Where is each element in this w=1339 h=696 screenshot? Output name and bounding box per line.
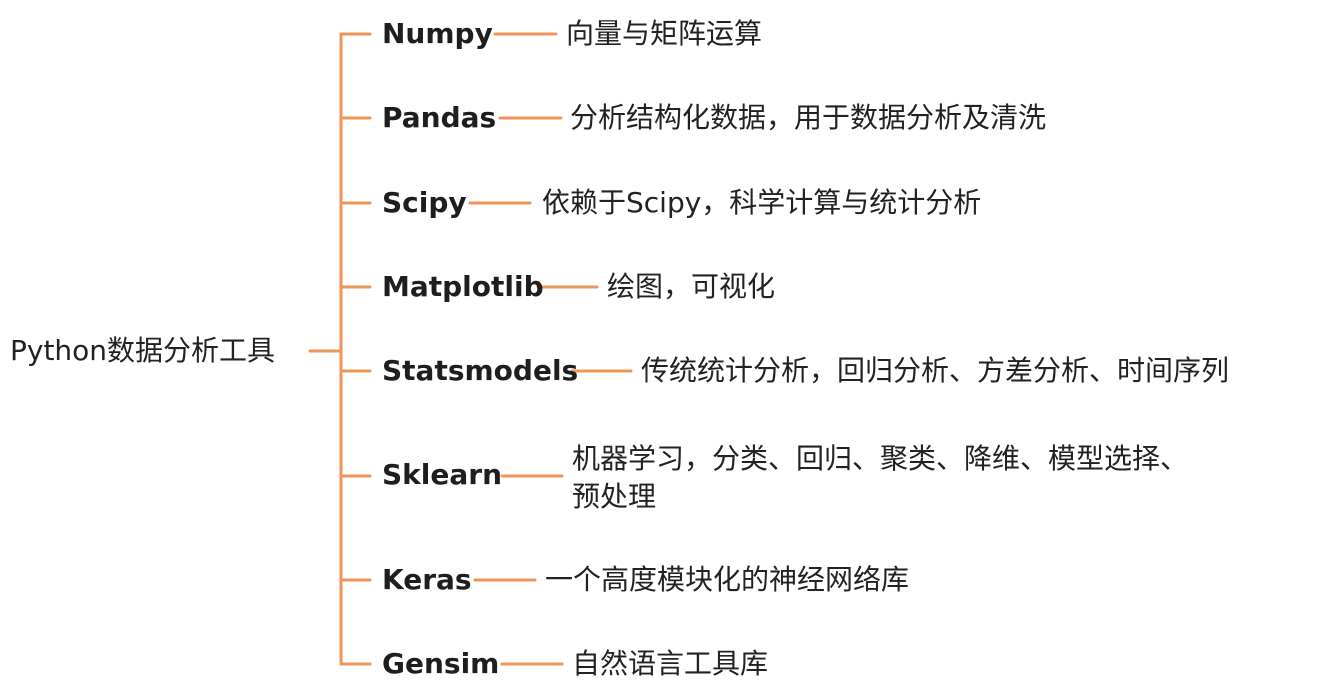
branch-desc-scipy: 依赖于Scipy，科学计算与统计分析 [542, 186, 982, 219]
branch-lib-pandas: Pandas [382, 101, 497, 134]
branch-desc-gensim: 自然语言工具库 [572, 647, 769, 680]
branch-desc-matplotlib: 绘图，可视化 [607, 270, 776, 303]
branch-lib-statsmodels: Statsmodels [382, 354, 579, 387]
branch-lib-matplotlib: Matplotlib [382, 270, 544, 303]
root-node: Python数据分析工具 [10, 334, 276, 367]
branch-desc-pandas: 分析结构化数据，用于数据分析及清洗 [570, 101, 1047, 134]
branch-lib-keras: Keras [382, 563, 472, 596]
branch-lib-numpy: Numpy [382, 17, 493, 50]
branch-lib-sklearn: Sklearn [382, 458, 503, 491]
branch-lib-gensim: Gensim [382, 647, 500, 680]
branch-desc-numpy: 向量与矩阵运算 [566, 17, 763, 50]
branch-desc-keras: 一个高度模块化的神经网络库 [545, 563, 910, 596]
branch-desc-statsmodels: 传统统计分析，回归分析、方差分析、时间序列 [641, 354, 1230, 387]
branch-lib-scipy: Scipy [382, 186, 467, 219]
branch-desc-sklearn: 机器学习，分类、回归、聚类、降维、模型选择、预处理 [572, 442, 1189, 513]
